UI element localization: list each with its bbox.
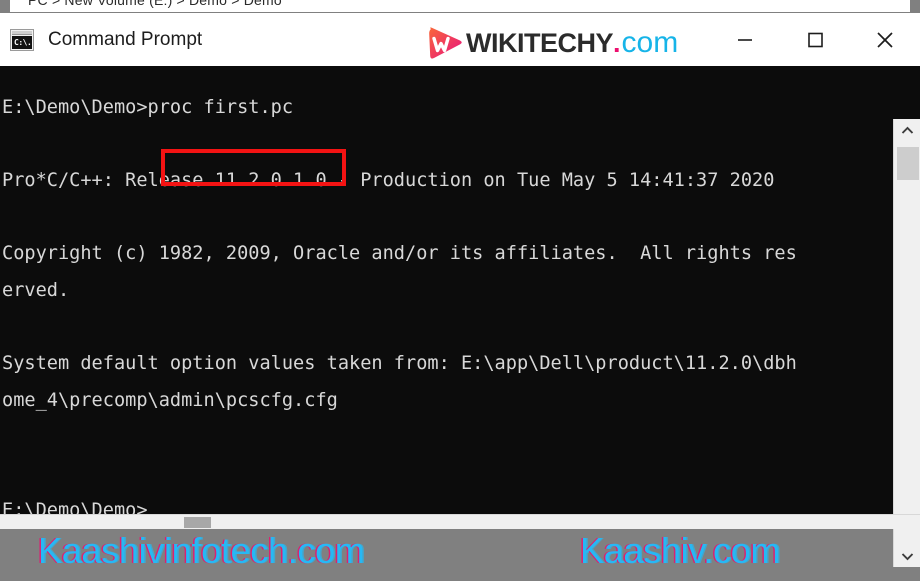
cmd-icon[interactable]: C:\.: [10, 28, 34, 51]
breadcrumb-sliver: PC > New Volume (E:) > Demo > Demo: [0, 0, 920, 13]
scroll-down-arrow-icon[interactable]: [894, 545, 920, 567]
cmd-icon-glyph: C:\.: [12, 35, 32, 49]
breadcrumb[interactable]: PC > New Volume (E:) > Demo > Demo: [10, 0, 910, 12]
terminal-line: E:\Demo\Demo>proc first.pc: [2, 97, 294, 118]
titlebar-left: C:\. Command Prompt: [0, 28, 203, 51]
terminal-line: System default option values taken from:…: [2, 353, 797, 375]
minimize-button[interactable]: [710, 13, 780, 66]
vertical-scrollbar[interactable]: [893, 119, 920, 567]
wikitechy-dot: .: [613, 28, 621, 58]
command-prompt-window: C:\. Command Prompt WIKITECHY . com E:\D…: [0, 13, 920, 567]
wikitechy-wordmark: WIKITECHY: [466, 28, 614, 58]
close-button[interactable]: [850, 13, 920, 66]
horizontal-scroll-thumb[interactable]: [184, 517, 211, 528]
horizontal-scrollbar[interactable]: [0, 514, 920, 529]
wikitechy-play-mark-icon: [426, 26, 464, 60]
terminal-line: ome_4\precomp\admin\pcscfg.cfg: [2, 389, 338, 411]
window-titlebar[interactable]: C:\. Command Prompt WIKITECHY . com: [0, 13, 920, 66]
terminal-line: erved.: [2, 279, 70, 301]
wikitechy-tld: com: [621, 26, 679, 59]
terminal-area[interactable]: E:\Demo\Demo>proc first.pc Pro*C/C++: Rel…: [0, 66, 920, 567]
watermark-right: Kaashiv.com: [580, 530, 781, 571]
scroll-up-arrow-icon[interactable]: [894, 119, 920, 141]
maximize-button[interactable]: [780, 13, 850, 66]
terminal-output: E:\Demo\Demo>proc first.pc Pro*C/C++: Rel…: [0, 66, 893, 514]
terminal-line: Pro*C/C++: Release 11.2.0.1.0 - Producti…: [2, 170, 775, 192]
window-title: Command Prompt: [48, 28, 203, 50]
terminal-line: E:\Demo\Demo>: [2, 499, 148, 514]
terminal-line: Copyright (c) 1982, 2009, Oracle and/or …: [2, 243, 797, 265]
vertical-scroll-thumb[interactable]: [897, 147, 919, 180]
watermark-left: Kaashivinfotech.com: [38, 530, 365, 571]
window-controls: [710, 13, 920, 66]
screenshot-root: PC > New Volume (E:) > Demo > Demo C:\. …: [0, 0, 920, 581]
wikitechy-logo: WIKITECHY . com: [426, 24, 678, 62]
cmd-icon-bar: [12, 30, 32, 35]
